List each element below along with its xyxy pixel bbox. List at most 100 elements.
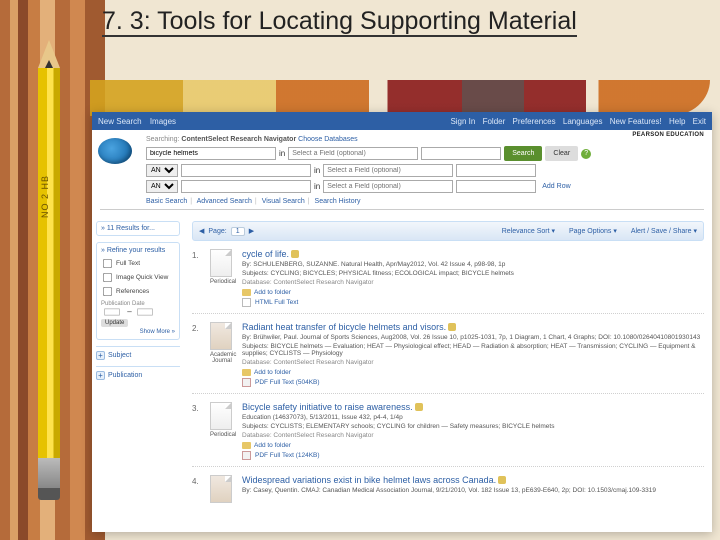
update-button[interactable]: Update [101, 319, 128, 327]
nav-images[interactable]: Images [150, 117, 176, 126]
add-to-folder-link[interactable]: Add to folder [254, 289, 291, 296]
nav-preferences[interactable]: Preferences [513, 117, 556, 126]
add-to-folder-link[interactable]: Add to folder [254, 369, 291, 376]
nav-new-features[interactable]: New Features! [610, 117, 662, 126]
result-thumbnail: Academic Journal [210, 322, 234, 387]
result-database: Database: ContentSelect Research Navigat… [242, 359, 704, 366]
search-field-3[interactable] [323, 180, 453, 193]
search-query-1[interactable] [146, 147, 276, 160]
html-full-text-link[interactable]: HTML Full Text [255, 299, 298, 306]
database-app-window: New Search Images Sign In Folder Prefere… [92, 112, 712, 532]
pub-date-label: Publication Date [101, 301, 175, 307]
result-item: 1. Periodical cycle of life. By: SCHULEN… [192, 249, 704, 314]
sidebar: » 11 Results for... » Refine your result… [92, 216, 184, 509]
nav-folder[interactable]: Folder [483, 117, 506, 126]
tab-visual-search[interactable]: Visual Search [262, 198, 305, 205]
result-title-link[interactable]: Bicycle safety initiative to raise aware… [242, 402, 413, 412]
searching-label: Searching: [146, 136, 179, 143]
result-meta: By: Casey, Quentin. CMAJ: Canadian Medic… [242, 487, 704, 494]
tab-basic-search[interactable]: Basic Search [146, 198, 187, 205]
result-thumbnail: Periodical [210, 402, 234, 460]
citation-icon [498, 476, 506, 484]
page-curl-decoration [90, 80, 710, 116]
pdf-icon [242, 378, 251, 387]
search-scope-3[interactable] [456, 180, 536, 193]
result-thumbnail [210, 475, 234, 503]
current-database: ContentSelect Research Navigator [181, 136, 296, 143]
pencil-decoration: NO 2 HB [38, 40, 60, 500]
citation-icon [415, 403, 423, 411]
result-subjects: Subjects: CYCLISTS; ELEMENTARY schools; … [242, 423, 704, 430]
search-scope-2[interactable] [456, 164, 536, 177]
pdf-full-text-link[interactable]: PDF Full Text (504KB) [255, 379, 320, 386]
citation-icon [448, 323, 456, 331]
facet-publication[interactable]: +Publication [96, 366, 180, 380]
search-button[interactable]: Search [504, 146, 542, 161]
add-to-folder-link[interactable]: Add to folder [254, 442, 291, 449]
search-scope-1[interactable] [421, 147, 501, 160]
nav-languages[interactable]: Languages [563, 117, 603, 126]
result-title-link[interactable]: Widespread variations exist in bike helm… [242, 475, 496, 485]
result-item: 4. Widespread variations exist in bike h… [192, 475, 704, 509]
slide-title: 7. 3: Tools for Locating Supporting Mate… [102, 6, 702, 37]
filter-full-text[interactable]: Full Text [101, 257, 175, 270]
clear-button[interactable]: Clear [545, 146, 578, 161]
html-icon [242, 298, 251, 307]
show-more-link[interactable]: Show More » [101, 329, 175, 335]
folder-icon [242, 442, 251, 449]
tab-advanced-search[interactable]: Advanced Search [197, 198, 252, 205]
help-icon[interactable]: ? [581, 149, 591, 159]
expand-icon: + [96, 351, 105, 360]
bool-op-2[interactable]: AND [146, 164, 178, 177]
filter-references[interactable]: References [101, 285, 175, 298]
alert-save-share[interactable]: Alert / Save / Share ▾ [625, 228, 697, 235]
nav-sign-in[interactable]: Sign In [450, 117, 475, 126]
result-subjects: Subjects: BICYCLE helmets — Evaluation; … [242, 343, 704, 357]
nav-help[interactable]: Help [669, 117, 685, 126]
result-title-link[interactable]: Radiant heat transfer of bicycle helmets… [242, 322, 446, 332]
result-meta: Education (14637073), 5/13/2011, Issue 4… [242, 414, 704, 421]
search-field-2[interactable] [323, 164, 453, 177]
bool-op-3[interactable]: AND [146, 180, 178, 193]
results-main: ◀ Page: 1 ▶ Relevance Sort ▾ Page Option… [184, 216, 712, 509]
search-query-3[interactable] [181, 180, 311, 193]
folder-icon [242, 289, 251, 296]
search-field-1[interactable] [288, 147, 418, 160]
pager-next[interactable]: ▶ [249, 227, 254, 235]
pdf-full-text-link[interactable]: PDF Full Text (124KB) [255, 452, 320, 459]
result-number: 2. [192, 322, 202, 387]
year-to[interactable] [137, 309, 152, 316]
result-thumbnail: Periodical [210, 249, 234, 307]
top-nav-bar: New Search Images Sign In Folder Prefere… [92, 112, 712, 130]
result-database: Database: ContentSelect Research Navigat… [242, 279, 704, 286]
citation-icon [291, 250, 299, 258]
pencil-label: NO 2 HB [40, 175, 50, 218]
pager-label: Page: [208, 228, 226, 235]
result-title-link[interactable]: cycle of life. [242, 249, 289, 259]
result-number: 4. [192, 475, 202, 503]
search-form-area: PEARSON EDUCATION Searching: ContentSele… [92, 130, 712, 216]
page-options-dropdown[interactable]: Page Options ▾ [563, 228, 617, 235]
facet-subject[interactable]: +Subject [96, 346, 180, 360]
search-query-2[interactable] [181, 164, 311, 177]
ebsco-logo [98, 138, 132, 164]
refine-box: » Refine your results Full Text Image Qu… [96, 242, 180, 340]
result-database: Database: ContentSelect Research Navigat… [242, 432, 704, 439]
choose-databases-link[interactable]: Choose Databases [298, 136, 358, 143]
nav-new-search[interactable]: New Search [98, 117, 142, 126]
add-row-link[interactable]: Add Row [542, 183, 570, 190]
pager-prev[interactable]: ◀ [199, 227, 204, 235]
result-item: 2. Academic Journal Radiant heat transfe… [192, 322, 704, 394]
year-from[interactable] [104, 309, 119, 316]
nav-exit[interactable]: Exit [693, 117, 706, 126]
filter-image-quick-view[interactable]: Image Quick View [101, 271, 175, 284]
result-number: 1. [192, 249, 202, 307]
tab-search-history[interactable]: Search History [315, 198, 361, 205]
pager-current: 1 [231, 227, 245, 236]
refine-heading: » Refine your results [101, 247, 175, 254]
result-number: 3. [192, 402, 202, 460]
brand-label: PEARSON EDUCATION [632, 132, 704, 138]
sort-dropdown[interactable]: Relevance Sort ▾ [496, 228, 555, 235]
expand-icon: + [96, 371, 105, 380]
folder-icon [242, 369, 251, 376]
